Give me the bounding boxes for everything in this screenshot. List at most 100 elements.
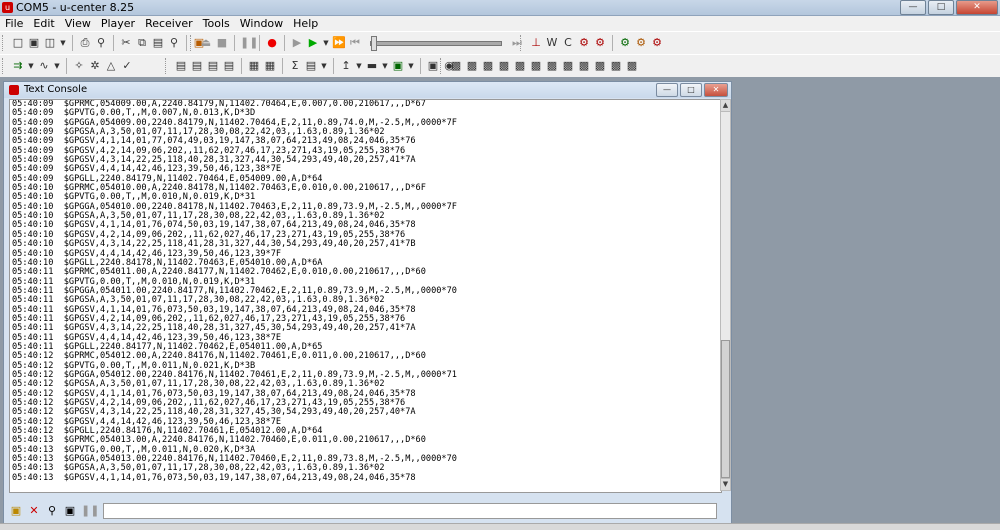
message-view-icon[interactable]: ▤: [222, 59, 236, 73]
pause-icon[interactable]: ❚❚: [81, 504, 99, 518]
save-icon[interactable]: ▣: [27, 36, 41, 50]
copy-icon[interactable]: ⧉: [135, 36, 149, 50]
clear-icon[interactable]: ✕: [27, 504, 41, 518]
statistic-view-icon[interactable]: Σ: [288, 59, 302, 73]
toolbar-grip[interactable]: [2, 58, 6, 74]
console-vertical-scrollbar[interactable]: ▲ ▼: [720, 99, 731, 491]
toolbar-grip[interactable]: [2, 35, 6, 51]
query-icon[interactable]: ⚙: [593, 36, 607, 50]
dropdown-arrow-icon[interactable]: ▼: [59, 36, 67, 50]
dropdown-arrow-icon[interactable]: ▼: [320, 59, 328, 73]
docking-window-9-icon[interactable]: ▩: [577, 59, 591, 73]
lock-icon[interactable]: ▣: [9, 504, 23, 518]
scroll-down-arrow-icon[interactable]: ▼: [721, 478, 730, 490]
step-forward-icon[interactable]: ▶: [290, 36, 304, 50]
open-folder-icon[interactable]: ◫: [43, 36, 57, 50]
child-close-button[interactable]: ✕: [704, 83, 728, 97]
find-icon[interactable]: ⚲: [45, 504, 59, 518]
deviation-map-icon[interactable]: ▣: [391, 59, 405, 73]
filter-icon[interactable]: ✓: [120, 59, 134, 73]
minimize-button[interactable]: —: [900, 0, 926, 15]
rewind-icon[interactable]: ⏮: [348, 36, 362, 50]
child-minimize-button[interactable]: —: [656, 83, 678, 97]
cut-icon[interactable]: ✂: [119, 36, 133, 50]
player-toolbar-group: ⏏ ■ ❚❚ ● ▶ ▶ ▼ ⏩ ⏮ ⏭: [190, 34, 524, 52]
find-icon[interactable]: ⚲: [167, 36, 181, 50]
menu-window[interactable]: Window: [235, 16, 288, 31]
dropdown-arrow-icon[interactable]: ▼: [355, 59, 363, 73]
autobauding-icon[interactable]: ✧: [72, 59, 86, 73]
docking-window-11-icon[interactable]: ▩: [609, 59, 623, 73]
gear-green-icon[interactable]: ⚙: [618, 36, 632, 50]
chart-view-icon[interactable]: ↥: [339, 59, 353, 73]
watch-view-icon[interactable]: ▤: [304, 59, 318, 73]
print-icon[interactable]: ⎙: [78, 36, 92, 50]
gear-red-icon[interactable]: ⚙: [650, 36, 664, 50]
play-icon[interactable]: ▶: [306, 36, 320, 50]
save-log-icon[interactable]: ▣: [63, 504, 77, 518]
menu-edit[interactable]: Edit: [28, 16, 59, 31]
docking-window-6-icon[interactable]: ▩: [529, 59, 543, 73]
toolbar-grip[interactable]: [190, 35, 194, 51]
text-console-title-bar[interactable]: Text Console — □ ✕: [4, 82, 731, 98]
toolbar-grip[interactable]: [165, 58, 169, 74]
playback-position-slider[interactable]: [370, 35, 502, 51]
docking-window-1-icon[interactable]: ▩: [449, 59, 463, 73]
scroll-up-arrow-icon[interactable]: ▲: [721, 100, 730, 112]
console-text-area[interactable]: 05:40:09 $GPRMC,054009.00,A,2240.84179,N…: [9, 99, 722, 493]
toolbar-grip[interactable]: [520, 35, 524, 51]
play-options-icon[interactable]: ▼: [322, 36, 330, 50]
maximize-button[interactable]: □: [928, 0, 954, 15]
dropdown-arrow-icon[interactable]: ▼: [53, 59, 61, 73]
close-button[interactable]: ✕: [956, 0, 998, 15]
fast-forward-icon[interactable]: ⏩: [332, 36, 346, 50]
toolbar-separator: [241, 58, 242, 74]
pause-icon[interactable]: ❚❚: [240, 36, 258, 50]
print-preview-icon[interactable]: ⚲: [94, 36, 108, 50]
warm-start-icon[interactable]: W: [545, 36, 559, 50]
paste-icon[interactable]: ▤: [151, 36, 165, 50]
grid-view-icon[interactable]: ▦: [263, 59, 277, 73]
toolbar-grip[interactable]: [440, 58, 444, 74]
docking-window-3-icon[interactable]: ▩: [481, 59, 495, 73]
cold-start-icon[interactable]: C: [561, 36, 575, 50]
docking-window-5-icon[interactable]: ▩: [513, 59, 527, 73]
antenna-icon[interactable]: △: [104, 59, 118, 73]
packet-console-icon[interactable]: ▤: [174, 59, 188, 73]
docking-window-2-icon[interactable]: ▩: [465, 59, 479, 73]
table-view-icon[interactable]: ▦: [247, 59, 261, 73]
new-icon[interactable]: □: [11, 36, 25, 50]
menu-tools[interactable]: Tools: [198, 16, 235, 31]
histogram-view-icon[interactable]: ▬: [365, 59, 379, 73]
menu-view[interactable]: View: [60, 16, 96, 31]
eject-icon[interactable]: ⏏: [199, 36, 213, 50]
docking-window-4-icon[interactable]: ▩: [497, 59, 511, 73]
menu-receiver[interactable]: Receiver: [140, 16, 198, 31]
docking-window-8-icon[interactable]: ▩: [561, 59, 575, 73]
child-maximize-button[interactable]: □: [680, 83, 702, 97]
menu-help[interactable]: Help: [288, 16, 323, 31]
binary-console-icon[interactable]: ▤: [190, 59, 204, 73]
sky-view-icon[interactable]: ▣: [426, 59, 440, 73]
reset-receiver-icon[interactable]: ⊥: [529, 36, 543, 50]
docking-window-7-icon[interactable]: ▩: [545, 59, 559, 73]
docking-window-12-icon[interactable]: ▩: [625, 59, 639, 73]
text-console-icon[interactable]: ▤: [206, 59, 220, 73]
menu-player[interactable]: Player: [96, 16, 140, 31]
record-icon[interactable]: ●: [265, 36, 279, 50]
docking-window-10-icon[interactable]: ▩: [593, 59, 607, 73]
debug-icon[interactable]: ✲: [88, 59, 102, 73]
dropdown-arrow-icon[interactable]: ▼: [407, 59, 415, 73]
settings-icon[interactable]: ⚙: [577, 36, 591, 50]
stop-icon[interactable]: ■: [215, 36, 229, 50]
connection-icon[interactable]: ⇉: [11, 59, 25, 73]
scroll-thumb[interactable]: [721, 340, 730, 478]
gear-orange-icon[interactable]: ⚙: [634, 36, 648, 50]
dropdown-arrow-icon[interactable]: ▼: [27, 59, 35, 73]
command-input[interactable]: [103, 503, 717, 519]
slider-knob[interactable]: [371, 35, 377, 51]
menu-file[interactable]: File: [0, 16, 28, 31]
dropdown-arrow-icon[interactable]: ▼: [381, 59, 389, 73]
baudrate-icon[interactable]: ∿: [37, 59, 51, 73]
u-center-app-icon[interactable]: u: [2, 2, 13, 13]
